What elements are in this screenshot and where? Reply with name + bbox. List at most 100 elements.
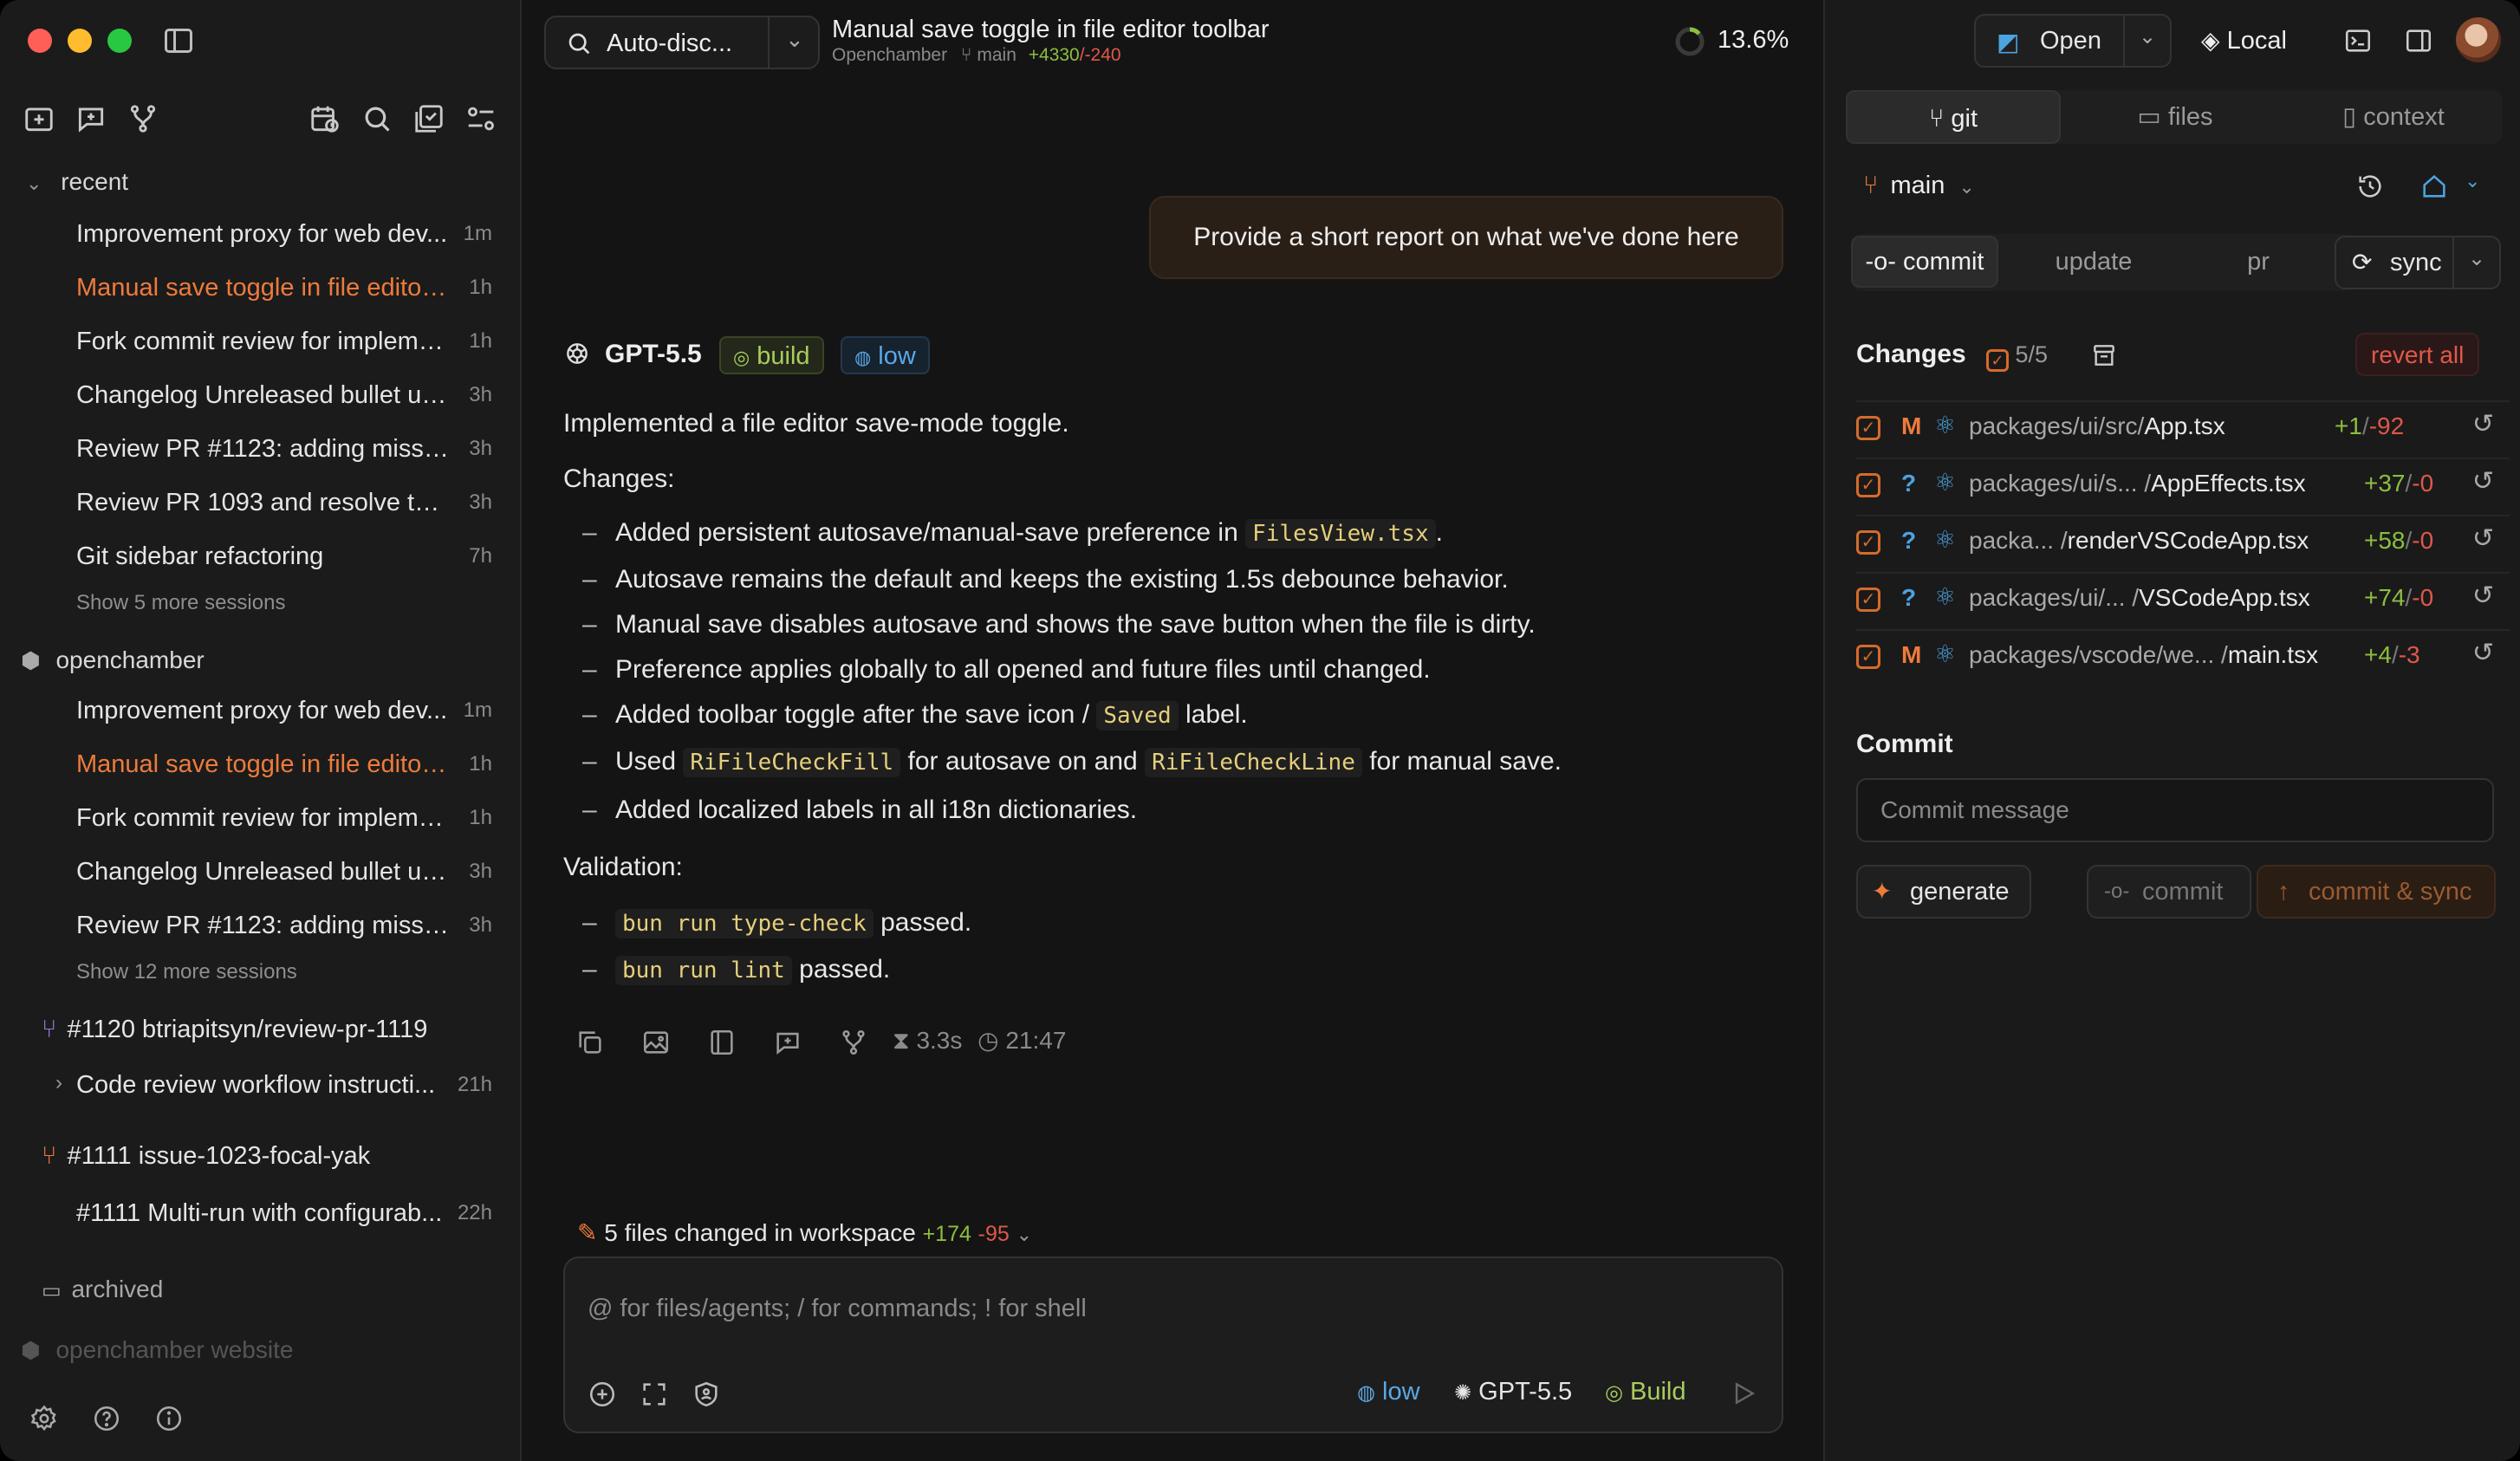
changed-file-row[interactable]: ✓ ? ⚛ packages/ui/... /VSCodeApp.tsx +74… [1856, 572, 2510, 624]
info-icon[interactable] [154, 1404, 184, 1433]
schedule-icon[interactable] [309, 102, 341, 135]
commit-heading: Commit [1856, 730, 1953, 758]
new-session-icon[interactable] [75, 102, 107, 135]
revert-file-icon[interactable]: ↺ [2472, 523, 2494, 554]
open-in-editor-dropdown[interactable]: ⌄ [2123, 14, 2172, 68]
panel-icon[interactable] [707, 1028, 737, 1057]
subtab-update[interactable]: update [2016, 236, 2172, 288]
session-item[interactable]: Git sidebar refactoring 7h [76, 542, 492, 577]
help-icon[interactable] [92, 1404, 121, 1433]
changed-file-row[interactable]: ✓ M ⚛ packages/vscode/we... /main.tsx +4… [1856, 629, 2510, 681]
session-item[interactable]: #1111 Multi-run with configurab... 22h [76, 1199, 492, 1234]
history-icon[interactable] [2355, 172, 2385, 201]
branch-selector[interactable]: ⑂ main ⌄ [1863, 172, 1975, 200]
agent-select[interactable]: Auto-disc... [544, 16, 771, 69]
runtime-selector[interactable]: ◈ Local [2201, 26, 2287, 55]
multi-select-icon[interactable] [412, 102, 445, 135]
generate-commit-message-button[interactable]: ✦ generate [1856, 865, 2031, 919]
commit-message-input[interactable]: Commit message [1856, 778, 2494, 842]
settings-icon[interactable] [29, 1404, 59, 1433]
checkbox-icon[interactable]: ✓ [1856, 530, 1880, 555]
sync-dropdown[interactable]: ⌄ [2452, 236, 2501, 289]
copy-icon[interactable] [575, 1028, 605, 1057]
session-item[interactable]: › Code review workflow instructi... 21h [55, 1071, 492, 1106]
session-item[interactable]: Improvement proxy for web dev... 1m [76, 220, 492, 255]
effort-selector[interactable]: ◍ low [1357, 1378, 1420, 1406]
revert-file-icon[interactable]: ↺ [2472, 409, 2494, 439]
user-avatar[interactable] [2456, 17, 2501, 62]
tab-files[interactable]: ▭ files [2068, 90, 2283, 144]
revert-all-button[interactable]: revert all [2355, 333, 2480, 376]
show-more-sessions-link[interactable]: Show 5 more sessions [76, 591, 285, 615]
subtab-commit[interactable]: -o- commit [1851, 236, 1998, 288]
session-item[interactable]: Changelog Unreleased bullet up... 3h [76, 858, 492, 893]
session-item[interactable]: Fork commit review for impleme... 1h [76, 804, 492, 839]
project-section-header[interactable]: ⬢ openchamber website [21, 1336, 293, 1364]
filter-icon[interactable] [464, 102, 497, 135]
zoom-window-button[interactable] [107, 29, 132, 53]
right-panel-toggle-icon[interactable] [2404, 26, 2433, 55]
chevron-down-icon: ⌄ [2468, 247, 2486, 270]
search-icon[interactable] [360, 102, 393, 135]
new-project-icon[interactable] [23, 102, 55, 135]
recent-section-header[interactable]: ⌄ recent [26, 168, 128, 196]
session-item[interactable]: Review PR 1093 and resolve the... 3h [76, 489, 492, 523]
terminal-icon[interactable] [2343, 26, 2373, 55]
message-stats: ⧗ 3.3s ◷ 21:47 [893, 1027, 1067, 1054]
sync-button[interactable]: ⟳ sync [2335, 236, 2456, 289]
commit-button[interactable]: -o- commit [2087, 865, 2251, 919]
session-item[interactable]: Review PR #1123: adding missin... 3h [76, 912, 492, 946]
session-item[interactable]: Fork commit review for impleme... 1h [76, 328, 492, 362]
model-selector[interactable]: ✺ GPT-5.5 [1454, 1378, 1572, 1406]
checkbox-icon[interactable]: ✓ [1856, 416, 1880, 440]
changed-file-row[interactable]: ✓ M ⚛ packages/ui/src/App.tsx +1/-92 ↺ [1856, 400, 2510, 452]
subtab-pr[interactable]: pr [2180, 236, 2336, 288]
image-icon[interactable] [641, 1028, 671, 1057]
session-item-active[interactable]: Manual save toggle in file editor... 1h [76, 274, 492, 308]
worktree-header[interactable]: ⑂ #1111 issue-1023-focal-yak [42, 1142, 370, 1171]
checkbox-icon[interactable]: ✓ [1856, 473, 1880, 497]
sidebar-toggle-icon[interactable] [165, 29, 192, 53]
checkbox-icon[interactable]: ✓ [1856, 588, 1880, 612]
revert-file-icon[interactable]: ↺ [2472, 581, 2494, 611]
tab-git[interactable]: ⑂ git [1846, 90, 2061, 144]
show-more-sessions-link[interactable]: Show 12 more sessions [76, 960, 297, 984]
checkbox-icon[interactable]: ✓ [1856, 645, 1880, 669]
chevron-down-icon: ⌄ [26, 172, 42, 194]
agent-icon: ◎ [1605, 1381, 1623, 1405]
fork-icon[interactable] [839, 1028, 868, 1057]
worktree-header[interactable]: ⑂ #1120 btriapitsyn/review-pr-1119 [42, 1016, 427, 1044]
mode-selector[interactable]: ◎ Build [1605, 1378, 1686, 1406]
new-session-icon[interactable] [773, 1028, 802, 1057]
add-attachment-icon[interactable] [588, 1380, 617, 1409]
agent-select-dropdown[interactable]: ⌄ [768, 16, 820, 69]
stash-icon[interactable] [2090, 341, 2118, 369]
revert-file-icon[interactable]: ↺ [2472, 638, 2494, 668]
prompt-input[interactable]: @ for files/agents; / for commands; ! fo… [588, 1295, 1087, 1323]
change-bullet: – Added toolbar toggle after the save ico… [582, 700, 1248, 730]
session-item[interactable]: Improvement proxy for web dev... 1m [76, 697, 492, 731]
session-item[interactable]: Changelog Unreleased bullet up... 3h [76, 381, 492, 416]
send-icon[interactable] [1730, 1380, 1757, 1407]
changed-file-row[interactable]: ✓ ? ⚛ packages/ui/s... /AppEffects.tsx +… [1856, 458, 2510, 510]
session-item-active[interactable]: Manual save toggle in file editor... 1h [76, 750, 492, 785]
permissions-shield-icon[interactable] [692, 1380, 721, 1409]
session-item[interactable]: Review PR #1123: adding missin... 3h [76, 435, 492, 470]
archived-section[interactable]: ▭ archived [42, 1276, 163, 1303]
context-usage-ring-icon[interactable] [1674, 26, 1705, 57]
chevron-down-icon[interactable]: ⌄ [2465, 170, 2480, 192]
remote-home-icon[interactable] [2419, 172, 2449, 201]
worktree-icon[interactable] [127, 102, 159, 135]
changed-file-row[interactable]: ✓ ? ⚛ packa... /renderVSCodeApp.tsx +58/… [1856, 515, 2510, 567]
revert-file-icon[interactable]: ↺ [2472, 466, 2494, 497]
composer: @ for files/agents; / for commands; ! fo… [563, 1256, 1783, 1433]
select-all-changes[interactable]: ✓ 5/5 [1986, 341, 2048, 372]
open-in-editor-button[interactable]: ◩ Open [1974, 14, 2127, 68]
project-section-header[interactable]: ⬢ openchamber [21, 646, 205, 674]
minimize-window-button[interactable] [68, 29, 92, 53]
files-changed-summary[interactable]: ✎ 5 files changed in workspace +174 -95 … [577, 1218, 1032, 1247]
fullscreen-icon[interactable] [640, 1380, 669, 1409]
close-window-button[interactable] [28, 29, 52, 53]
tab-context[interactable]: ▯ context [2286, 90, 2501, 144]
commit-and-sync-button[interactable]: ↑ commit & sync [2257, 865, 2496, 919]
